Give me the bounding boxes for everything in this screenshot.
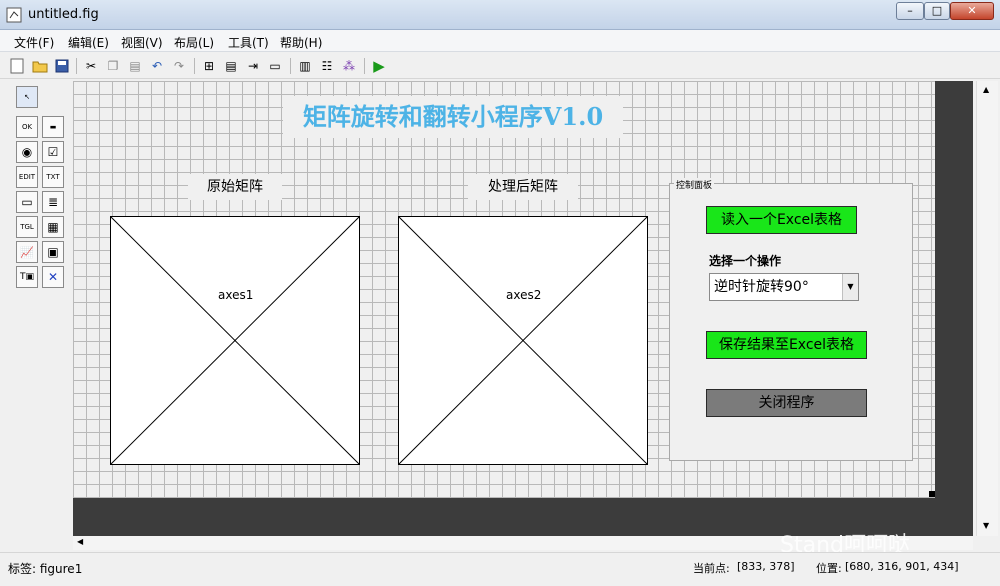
push-button-tool-icon[interactable]: OK xyxy=(16,116,38,138)
toolbar-editor-icon[interactable]: ▭ xyxy=(266,57,284,75)
redo-icon[interactable]: ↷ xyxy=(170,57,188,75)
listbox-tool-icon[interactable]: ≣ xyxy=(42,191,64,213)
paste-icon[interactable]: ▤ xyxy=(126,57,144,75)
toolbar: ✂ ❐ ▤ ↶ ↷ ⊞ ▤ ⇥ ▭ ▥ ☷ ⁂ ▶ xyxy=(0,53,1000,79)
processed-matrix-label[interactable]: 处理后矩阵 xyxy=(468,174,578,200)
current-point-value: [833, 378] xyxy=(737,560,795,573)
menu-tools[interactable]: 工具(T) xyxy=(228,34,269,51)
menu-view[interactable]: 视图(V) xyxy=(121,34,163,51)
save-icon[interactable] xyxy=(53,57,71,75)
menu-edit[interactable]: 编辑(E) xyxy=(68,34,109,51)
property-inspector-icon[interactable]: ☷ xyxy=(318,57,336,75)
original-matrix-label[interactable]: 原始矩阵 xyxy=(188,174,282,200)
slider-tool-icon[interactable]: ▬ xyxy=(42,116,64,138)
checkbox-tool-icon[interactable]: ☑ xyxy=(42,141,64,163)
object-browser-icon[interactable]: ⁂ xyxy=(340,57,358,75)
operation-select[interactable]: 逆时针旋转90° ▼ xyxy=(709,273,859,301)
operation-label: 选择一个操作 xyxy=(709,254,782,268)
menu-bar: 文件(F) 编辑(E) 视图(V) 布局(L) 工具(T) 帮助(H) xyxy=(0,30,1000,52)
open-icon[interactable] xyxy=(31,57,49,75)
align-icon[interactable]: ⊞ xyxy=(200,57,218,75)
scroll-up-icon[interactable]: ▲ xyxy=(983,85,989,94)
select-tool-icon[interactable]: ↖ xyxy=(16,86,38,108)
maximize-button[interactable]: □ xyxy=(924,2,950,20)
tab-order-icon[interactable]: ⇥ xyxy=(244,57,262,75)
axes2-tag: axes2 xyxy=(506,288,542,302)
run-icon[interactable]: ▶ xyxy=(370,57,388,75)
scroll-down-icon[interactable]: ▼ xyxy=(983,521,989,530)
axes-tool-icon[interactable]: 📈 xyxy=(16,241,38,263)
static-text-tool-icon[interactable]: TXT xyxy=(42,166,64,188)
edit-text-tool-icon[interactable]: EDIT xyxy=(16,166,38,188)
save-excel-button[interactable]: 保存结果至Excel表格 xyxy=(706,331,867,359)
vertical-scrollbar[interactable]: ▲ ▼ xyxy=(976,81,998,536)
activex-tool-icon[interactable]: ✕ xyxy=(42,266,64,288)
status-tag-label: 标签: figure1 xyxy=(8,562,83,576)
scroll-left-icon[interactable]: ◀ xyxy=(77,537,83,546)
new-icon[interactable] xyxy=(8,57,26,75)
axes1-tag: axes1 xyxy=(218,288,254,302)
menu-editor-icon[interactable]: ▤ xyxy=(222,57,240,75)
title-bar xyxy=(0,0,1000,30)
current-point-label: 当前点: xyxy=(693,562,730,575)
operation-select-value: 逆时针旋转90° xyxy=(714,279,809,295)
axes1-placeholder[interactable]: axes1 xyxy=(110,216,360,465)
fig-file-icon xyxy=(6,6,24,24)
position-value: [680, 316, 901, 434] xyxy=(845,560,959,573)
app-title-text[interactable]: 矩阵旋转和翻转小程序V1.0 xyxy=(283,96,623,138)
popup-menu-tool-icon[interactable]: ▭ xyxy=(16,191,38,213)
panel-tool-icon[interactable]: ▣ xyxy=(42,241,64,263)
minimize-button[interactable]: – xyxy=(896,2,924,20)
canvas-border-right xyxy=(935,81,973,536)
menu-file[interactable]: 文件(F) xyxy=(14,34,54,51)
menu-help[interactable]: 帮助(H) xyxy=(280,34,322,51)
radio-button-tool-icon[interactable]: ◉ xyxy=(16,141,38,163)
cut-icon[interactable]: ✂ xyxy=(82,57,100,75)
toggle-button-tool-icon[interactable]: TGL xyxy=(16,216,38,238)
mfile-editor-icon[interactable]: ▥ xyxy=(296,57,314,75)
control-panel-title: 控制面板 xyxy=(674,178,715,191)
window-title: untitled.fig xyxy=(28,7,99,22)
copy-icon[interactable]: ❐ xyxy=(104,57,122,75)
button-group-tool-icon[interactable]: T▣ xyxy=(16,266,38,288)
menu-layout[interactable]: 布局(L) xyxy=(174,34,214,51)
position-label: 位置: xyxy=(816,562,842,575)
close-program-button[interactable]: 关闭程序 xyxy=(706,389,867,417)
undo-icon[interactable]: ↶ xyxy=(148,57,166,75)
close-window-button[interactable]: ✕ xyxy=(950,2,994,20)
read-excel-button[interactable]: 读入一个Excel表格 xyxy=(706,206,857,234)
resize-handle[interactable] xyxy=(929,491,935,497)
axes2-placeholder[interactable]: axes2 xyxy=(398,216,648,465)
table-tool-icon[interactable]: ▦ xyxy=(42,216,64,238)
chevron-down-icon[interactable]: ▼ xyxy=(842,274,858,300)
